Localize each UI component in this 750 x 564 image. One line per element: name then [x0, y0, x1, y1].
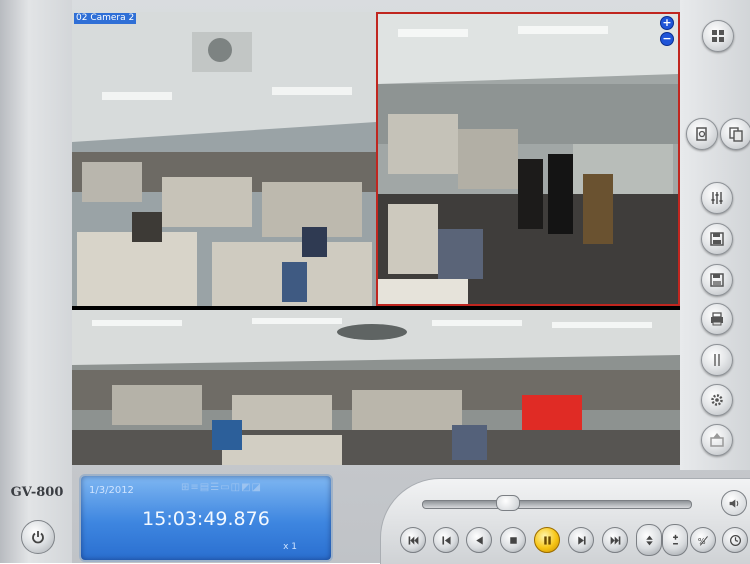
zoom-in-icon[interactable]: +	[660, 16, 674, 30]
zoom-out-icon[interactable]: −	[660, 32, 674, 46]
adjust-icon	[711, 192, 723, 204]
frame-stepper[interactable]	[662, 524, 688, 556]
brand-label: GV-800	[10, 485, 64, 500]
camera-title: 02 Camera 2	[74, 13, 137, 24]
tools-icon	[714, 354, 720, 366]
tools-button[interactable]	[701, 344, 733, 376]
speaker-icon	[729, 498, 738, 508]
mode-toggle-button[interactable]: %	[690, 527, 716, 553]
layout-button[interactable]	[702, 20, 734, 52]
settings-button[interactable]	[701, 384, 733, 416]
playback-display: 1/3/2012 ⊞≡▤☰▭◫◩◪ 15:03:49.876 x 1	[79, 474, 333, 562]
stop-button[interactable]	[500, 527, 526, 553]
playback-speed: x 1	[283, 542, 297, 552]
layout-icon	[712, 30, 724, 42]
pause-icon	[543, 535, 551, 545]
save-avi-button[interactable]	[701, 223, 733, 255]
camera-view-2[interactable]: + −	[376, 12, 680, 306]
status-icons: ⊞≡▤☰▭◫◩◪	[181, 482, 262, 493]
playback-time: 15:03:49.876	[142, 508, 270, 530]
step-back-icon	[441, 535, 451, 545]
adjust-button[interactable]	[701, 182, 733, 214]
rewind-button[interactable]	[466, 527, 492, 553]
clock-icon	[729, 534, 741, 546]
copy-icon	[729, 127, 743, 142]
camera-1-image	[72, 12, 376, 306]
playback-date: 1/3/2012	[89, 485, 134, 496]
print-icon	[711, 312, 723, 326]
export-button[interactable]	[701, 424, 733, 456]
rewind-icon	[475, 535, 483, 545]
search-icon	[696, 127, 707, 141]
playback-control-panel	[380, 478, 750, 564]
settings-icon	[711, 394, 723, 406]
clock-button[interactable]	[722, 527, 748, 553]
zoom-controls: + −	[660, 16, 674, 48]
pause-button[interactable]	[534, 527, 560, 553]
print-button[interactable]	[701, 303, 733, 335]
play-icon	[577, 535, 586, 545]
speed-stepper-icon	[645, 535, 653, 545]
skip-last-icon	[610, 535, 620, 545]
stop-icon	[509, 536, 517, 544]
skip-first-button[interactable]	[400, 527, 426, 553]
left-rail	[0, 0, 72, 563]
speed-stepper[interactable]	[636, 524, 662, 556]
save-bmp-button[interactable]	[701, 264, 733, 296]
power-icon	[32, 531, 44, 544]
mode-toggle-icon: %	[697, 535, 708, 545]
skip-last-button[interactable]	[602, 527, 628, 553]
power-button[interactable]	[21, 520, 55, 554]
skip-first-icon	[408, 535, 418, 545]
play-button[interactable]	[568, 527, 594, 553]
camera-view-3[interactable]	[72, 310, 680, 465]
save-bmp-icon	[710, 273, 724, 287]
camera-3-image	[72, 310, 680, 465]
save-avi-icon	[710, 232, 724, 246]
video-viewport: 02 Camera 2 + −	[72, 12, 680, 465]
step-back-button[interactable]	[433, 527, 459, 553]
search-button[interactable]	[686, 118, 718, 150]
camera-view-1[interactable]: 02 Camera 2	[72, 12, 376, 306]
seek-handle[interactable]	[496, 495, 521, 511]
camera-2-image	[378, 14, 678, 304]
export-icon	[710, 433, 724, 447]
frame-stepper-icon	[672, 534, 678, 544]
copy-button[interactable]	[720, 118, 750, 150]
seek-bar[interactable]	[422, 500, 692, 509]
volume-button[interactable]	[721, 490, 747, 516]
